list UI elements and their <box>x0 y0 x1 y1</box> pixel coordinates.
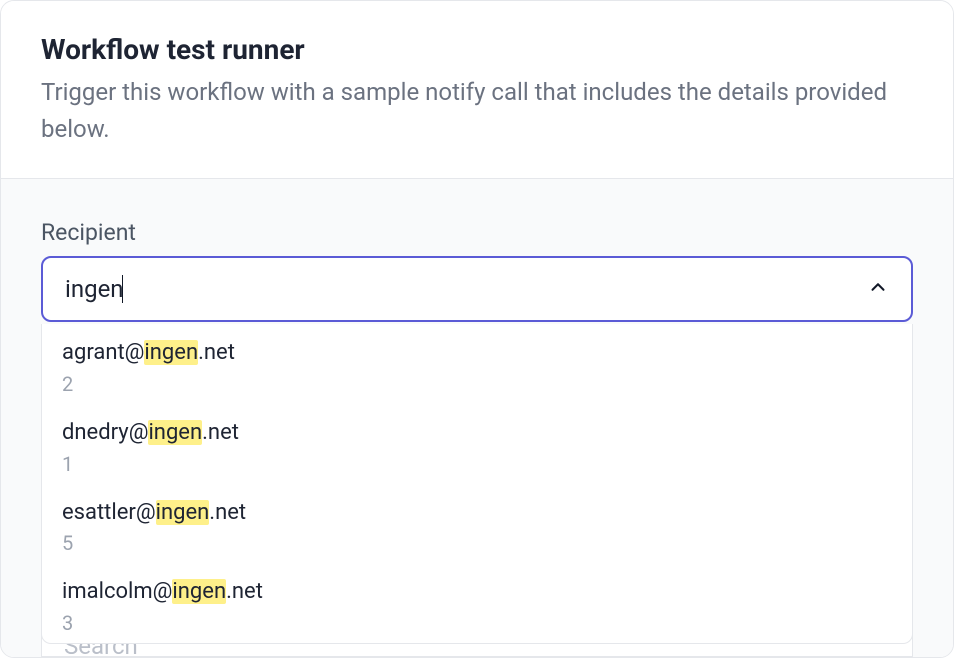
recipient-option[interactable]: dnedry@ingen.net 1 <box>42 404 912 484</box>
option-email: imalcolm@ingen.net <box>62 577 892 607</box>
recipient-input[interactable]: ingen <box>65 275 867 303</box>
test-runner-card: Workflow test runner Trigger this workfl… <box>0 0 954 658</box>
option-count: 3 <box>62 611 892 635</box>
page-title: Workflow test runner <box>41 33 913 66</box>
card-header: Workflow test runner Trigger this workfl… <box>1 1 953 179</box>
option-count: 1 <box>62 452 892 476</box>
recipient-input-wrap[interactable]: ingen <box>41 256 913 322</box>
recipient-option[interactable]: imalcolm@ingen.net 3 <box>42 563 912 643</box>
option-email: agrant@ingen.net <box>62 338 892 368</box>
recipient-option[interactable]: agrant@ingen.net 2 <box>42 324 912 404</box>
chevron-up-icon[interactable] <box>867 276 889 302</box>
option-email: dnedry@ingen.net <box>62 418 892 448</box>
page-description: Trigger this workflow with a sample noti… <box>41 74 913 148</box>
option-count: 2 <box>62 372 892 396</box>
recipient-combobox: ingen agrant@ingen.net 2 dnedry@ingen.ne… <box>41 256 913 322</box>
card-body: Recipient ingen agrant@ingen.net 2 dnedr… <box>1 179 953 657</box>
option-count: 5 <box>62 531 892 555</box>
recipient-dropdown: agrant@ingen.net 2 dnedry@ingen.net 1 es… <box>41 324 913 644</box>
recipient-option[interactable]: esattler@ingen.net 5 <box>42 484 912 564</box>
option-email: esattler@ingen.net <box>62 498 892 528</box>
text-cursor <box>122 275 124 303</box>
recipient-label: Recipient <box>41 219 913 246</box>
